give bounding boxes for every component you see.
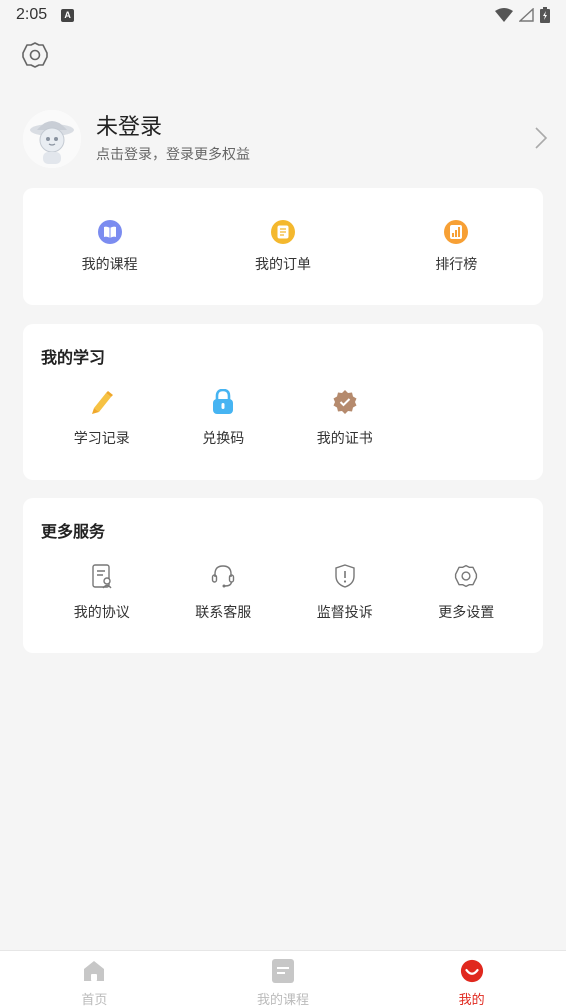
- redeem-code-label: 兑换码: [202, 431, 245, 447]
- avatar: [23, 110, 81, 168]
- quick-links-card: 我的课程 我的订单 排行榜: [23, 188, 543, 305]
- ranking-label: 排行榜: [435, 256, 478, 273]
- tab-my-courses[interactable]: 我的课程: [189, 951, 378, 1008]
- ranking-icon: [444, 219, 469, 244]
- courses-icon: [272, 959, 294, 983]
- my-certificate-item[interactable]: 我的证书: [284, 388, 406, 448]
- agreement-icon: [88, 562, 116, 590]
- redeem-code-item[interactable]: 兑换码: [163, 388, 285, 448]
- wifi-icon: [495, 8, 513, 22]
- home-icon: [84, 961, 105, 981]
- profile-login-row[interactable]: 未登录 点击登录，登录更多权益: [23, 108, 550, 170]
- gear-icon: [22, 42, 48, 68]
- my-learning-card: 我的学习 学习记录 兑换码 我的证书: [23, 324, 543, 480]
- my-orders-label: 我的订单: [254, 256, 311, 273]
- profile-subtitle: 点击登录，登录更多权益: [96, 147, 250, 163]
- study-record-label: 学习记录: [73, 431, 130, 447]
- my-agreement-item[interactable]: 我的协议: [41, 562, 163, 622]
- shield-alert-icon: [331, 562, 359, 590]
- signal-icon: [519, 8, 534, 22]
- study-record-item[interactable]: 学习记录: [41, 388, 163, 448]
- my-orders-link[interactable]: 我的订单: [196, 188, 369, 305]
- tab-profile[interactable]: 我的: [377, 951, 566, 1008]
- certificate-icon: [331, 388, 359, 416]
- ranking-link[interactable]: 排行榜: [370, 188, 543, 305]
- status-bar: 2:05 A: [0, 0, 566, 30]
- pencil-icon: [88, 388, 116, 416]
- my-courses-link[interactable]: 我的课程: [23, 188, 196, 305]
- headset-icon: [209, 562, 237, 590]
- more-services-title: 更多服务: [41, 522, 106, 541]
- my-courses-label: 我的课程: [81, 256, 138, 273]
- my-learning-title: 我的学习: [41, 348, 106, 367]
- my-certificate-label: 我的证书: [316, 431, 373, 447]
- profile-name: 未登录: [96, 115, 163, 140]
- more-settings-item[interactable]: 更多设置: [406, 562, 528, 622]
- customer-service-label: 联系客服: [195, 605, 252, 621]
- more-services-card: 更多服务 我的协议 联系客服 监督投诉 更多设置: [23, 498, 543, 653]
- tab-home-label: 首页: [81, 993, 108, 1008]
- order-icon: [270, 219, 295, 244]
- complaint-item[interactable]: 监督投诉: [284, 562, 406, 622]
- book-icon: [97, 219, 122, 244]
- chevron-right-icon: [535, 127, 548, 149]
- complaint-label: 监督投诉: [316, 605, 373, 621]
- status-time: 2:05: [16, 6, 48, 23]
- profile-icon: [460, 959, 483, 983]
- customer-service-item[interactable]: 联系客服: [163, 562, 285, 622]
- robot-avatar-icon: [23, 110, 81, 168]
- my-agreement-label: 我的协议: [73, 605, 130, 621]
- status-icons: [495, 7, 550, 23]
- lock-icon: [209, 388, 237, 416]
- battery-icon: [540, 7, 550, 23]
- tab-profile-label: 我的: [458, 993, 485, 1008]
- settings-button[interactable]: [20, 40, 50, 70]
- bottom-tab-bar: 首页 我的课程 我的: [0, 950, 566, 1008]
- tab-home[interactable]: 首页: [0, 951, 189, 1008]
- more-settings-label: 更多设置: [438, 605, 495, 621]
- tab-my-courses-label: 我的课程: [257, 993, 310, 1008]
- notification-badge: A: [61, 8, 75, 22]
- gear-icon: [452, 562, 480, 590]
